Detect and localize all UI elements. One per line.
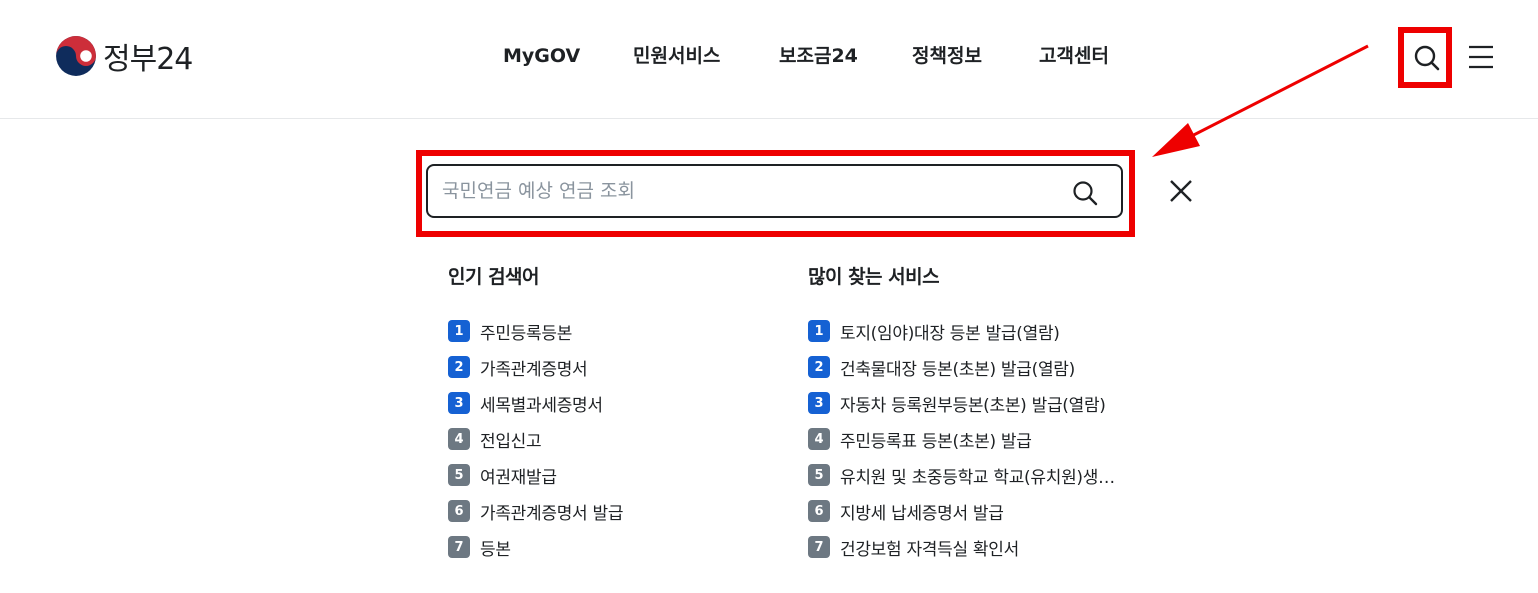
popular-search-item[interactable]: 3 세목별과세증명서 — [448, 385, 768, 421]
popular-searches: 인기 검색어 1 주민등록등본 2 가족관계증명서 3 세목별과세증명서 4 전입신고 5 여권재… — [448, 262, 768, 565]
frequent-service-link[interactable]: 주민등록표 등본(초본) 발급 — [840, 427, 1032, 452]
popular-search-link[interactable]: 가족관계증명서 — [480, 355, 587, 380]
search-box — [426, 164, 1123, 218]
frequent-service-item[interactable]: 7 건강보험 자격득실 확인서 — [808, 529, 1138, 565]
rank-badge: 7 — [448, 536, 470, 558]
popular-search-item[interactable]: 2 가족관계증명서 — [448, 349, 768, 385]
site-header: 정부24 MyGOV 민원서비스 보조금24 정책정보 고객센터 — [0, 0, 1538, 119]
search-icon[interactable] — [1070, 178, 1100, 208]
nav-customer-center[interactable]: 고객센터 — [1039, 38, 1109, 74]
nav-policy-info[interactable]: 정책정보 — [912, 38, 982, 74]
frequent-service-item[interactable]: 3 자동차 등록원부등본(초본) 발급(열람) — [808, 385, 1138, 421]
frequent-service-link[interactable]: 지방세 납세증명서 발급 — [840, 499, 1004, 524]
frequent-service-item[interactable]: 6 지방세 납세증명서 발급 — [808, 493, 1138, 529]
rank-badge: 7 — [808, 536, 830, 558]
frequent-service-item[interactable]: 5 유치원 및 초중등학교 학교(유치원)생… — [808, 457, 1138, 493]
popular-search-link[interactable]: 여권재발급 — [480, 463, 557, 488]
popular-searches-list: 1 주민등록등본 2 가족관계증명서 3 세목별과세증명서 4 전입신고 5 여권재발급 6 가족관계… — [448, 313, 768, 565]
rank-badge: 6 — [808, 500, 830, 522]
frequent-service-item[interactable]: 2 건축물대장 등본(초본) 발급(열람) — [808, 349, 1138, 385]
rank-badge: 2 — [808, 356, 830, 378]
frequent-service-link[interactable]: 자동차 등록원부등본(초본) 발급(열람) — [840, 391, 1106, 416]
frequent-service-link[interactable]: 유치원 및 초중등학교 학교(유치원)생… — [840, 463, 1115, 488]
nav-mygov[interactable]: MyGOV — [503, 38, 580, 74]
frequent-service-link[interactable]: 건축물대장 등본(초본) 발급(열람) — [840, 355, 1075, 380]
rank-badge: 4 — [808, 428, 830, 450]
rank-badge: 3 — [448, 392, 470, 414]
nav-subsidy24[interactable]: 보조금24 — [779, 38, 858, 74]
search-input[interactable] — [442, 166, 1052, 216]
popular-search-link[interactable]: 가족관계증명서 발급 — [480, 499, 623, 524]
frequent-service-item[interactable]: 1 토지(임야)대장 등본 발급(열람) — [808, 313, 1138, 349]
frequent-services-list: 1 토지(임야)대장 등본 발급(열람) 2 건축물대장 등본(초본) 발급(열람) 3… — [808, 313, 1138, 565]
popular-search-link[interactable]: 등본 — [480, 535, 511, 560]
popular-search-link[interactable]: 전입신고 — [480, 427, 541, 452]
hamburger-menu-icon[interactable] — [1466, 43, 1496, 71]
popular-search-link[interactable]: 주민등록등본 — [480, 319, 572, 344]
rank-badge: 4 — [448, 428, 470, 450]
close-icon[interactable] — [1166, 176, 1196, 206]
rank-badge: 5 — [808, 464, 830, 486]
rank-badge: 6 — [448, 500, 470, 522]
rank-badge: 1 — [448, 320, 470, 342]
nav-civil-services[interactable]: 민원서비스 — [633, 38, 720, 74]
popular-search-item[interactable]: 1 주민등록등본 — [448, 313, 768, 349]
rank-badge: 2 — [448, 356, 470, 378]
popular-search-link[interactable]: 세목별과세증명서 — [480, 391, 603, 416]
popular-searches-title: 인기 검색어 — [448, 266, 540, 288]
rank-badge: 5 — [448, 464, 470, 486]
popular-search-item[interactable]: 7 등본 — [448, 529, 768, 565]
popular-search-item[interactable]: 4 전입신고 — [448, 421, 768, 457]
frequent-services-title: 많이 찾는 서비스 — [808, 266, 940, 288]
popular-search-item[interactable]: 5 여권재발급 — [448, 457, 768, 493]
popular-search-item[interactable]: 6 가족관계증명서 발급 — [448, 493, 768, 529]
search-icon[interactable] — [1410, 41, 1444, 75]
frequent-service-link[interactable]: 토지(임야)대장 등본 발급(열람) — [840, 319, 1060, 344]
frequent-service-item[interactable]: 4 주민등록표 등본(초본) 발급 — [808, 421, 1138, 457]
main-nav: MyGOV 민원서비스 보조금24 정책정보 고객센터 — [0, 38, 1538, 74]
rank-badge: 3 — [808, 392, 830, 414]
frequent-service-link[interactable]: 건강보험 자격득실 확인서 — [840, 535, 1019, 560]
frequent-services: 많이 찾는 서비스 1 토지(임야)대장 등본 발급(열람) 2 건축물대장 등본(초… — [808, 262, 1138, 565]
rank-badge: 1 — [808, 320, 830, 342]
